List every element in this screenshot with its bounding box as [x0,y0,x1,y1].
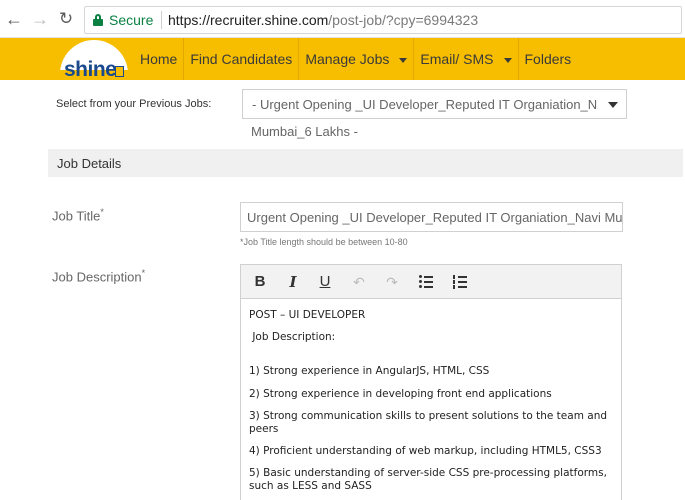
job-details-section-header: Job Details [48,149,683,177]
menu-item-label: Manage Jobs [305,51,390,67]
redo-icon[interactable]: ↷ [381,272,403,292]
required-mark: * [141,268,146,278]
menu-item-email-sms[interactable]: Email/ SMS [413,38,517,80]
job-description-label: Job Description* [52,268,145,284]
section-title: Job Details [57,156,122,171]
url-divider [161,11,162,29]
menu-item-manage-jobs[interactable]: Manage Jobs [298,38,413,80]
job-description-label-text: Job Description [52,269,142,285]
bold-button[interactable]: B [249,272,271,292]
description-line: 1) Strong experience in AngularJS, HTML,… [249,365,490,377]
menu-item-label: Home [140,51,178,67]
job-title-value: Urgent Opening _UI Developer_Reputed IT … [247,210,623,225]
description-line: 5) Basic understanding of server-side CS… [249,467,607,492]
previous-jobs-selected: - Urgent Opening _UI Developer_Reputed I… [252,97,597,112]
previous-jobs-label: Select from your Previous Jobs: [56,98,212,110]
logo-text: shine [64,58,117,81]
caret-down-icon [608,102,618,108]
menu-item-home[interactable]: Home [134,38,183,80]
reload-icon[interactable]: ↻ [56,8,76,30]
caret-down-icon [503,57,512,63]
url-text: https://recruiter.shine.com/post-job/?cp… [168,12,478,28]
bullet-list-icon[interactable] [415,272,437,292]
job-title-label: Job Title* [52,207,104,223]
url-base: https://recruiter.shine.com [168,12,329,28]
description-line: Job Description: [249,331,336,343]
required-mark: * [100,207,104,217]
description-line: 3) Strong communication skills to presen… [249,410,608,435]
job-title-label-text: Job Title [52,208,101,224]
underline-button[interactable]: U [314,272,336,292]
logo-dot-icon [115,66,124,77]
previous-jobs-select[interactable]: - Urgent Opening _UI Developer_Reputed I… [242,89,627,119]
menu-item-find-candidates[interactable]: Find Candidates [183,38,298,80]
browser-address-bar: ← → ↻ Secure https://recruiter.shine.com… [0,0,685,38]
main-menu: Home Find Candidates Manage Jobs Email/ … [134,38,577,80]
secure-label: Secure [109,12,154,28]
job-title-hint: *Job Title length should be between 10-8… [240,237,408,247]
job-title-input[interactable]: Urgent Opening _UI Developer_Reputed IT … [240,202,623,232]
shine-logo[interactable]: shine [58,40,130,82]
caret-down-icon [399,57,408,63]
job-description-editor: B I U ↶ ↷ POST – UI DEVELOPER Job Descri… [240,264,622,500]
editor-toolbar: B I U ↶ ↷ [241,265,621,299]
italic-button[interactable]: I [282,272,304,292]
undo-icon[interactable]: ↶ [348,272,370,292]
previous-jobs-selected-continued: Mumbai_6 Lakhs - [251,124,358,139]
forward-arrow-icon[interactable]: → [30,8,50,30]
description-line: POST – UI DEVELOPER [249,309,366,321]
description-line: 2) Strong experience in developing front… [249,388,552,400]
lock-icon [93,14,103,26]
back-arrow-icon[interactable]: ← [4,8,24,30]
menu-item-label: Find Candidates [190,51,293,67]
url-field[interactable]: Secure https://recruiter.shine.com/post-… [84,6,682,34]
description-line: 4) Proficient understanding of web marku… [249,445,602,457]
url-path: /post-job/?cpy=6994323 [328,12,479,28]
menu-item-folders[interactable]: Folders [517,38,578,80]
numbered-list-icon[interactable] [449,272,471,292]
menu-item-label: Folders [524,51,572,67]
menu-item-label: Email/ SMS [420,51,494,67]
